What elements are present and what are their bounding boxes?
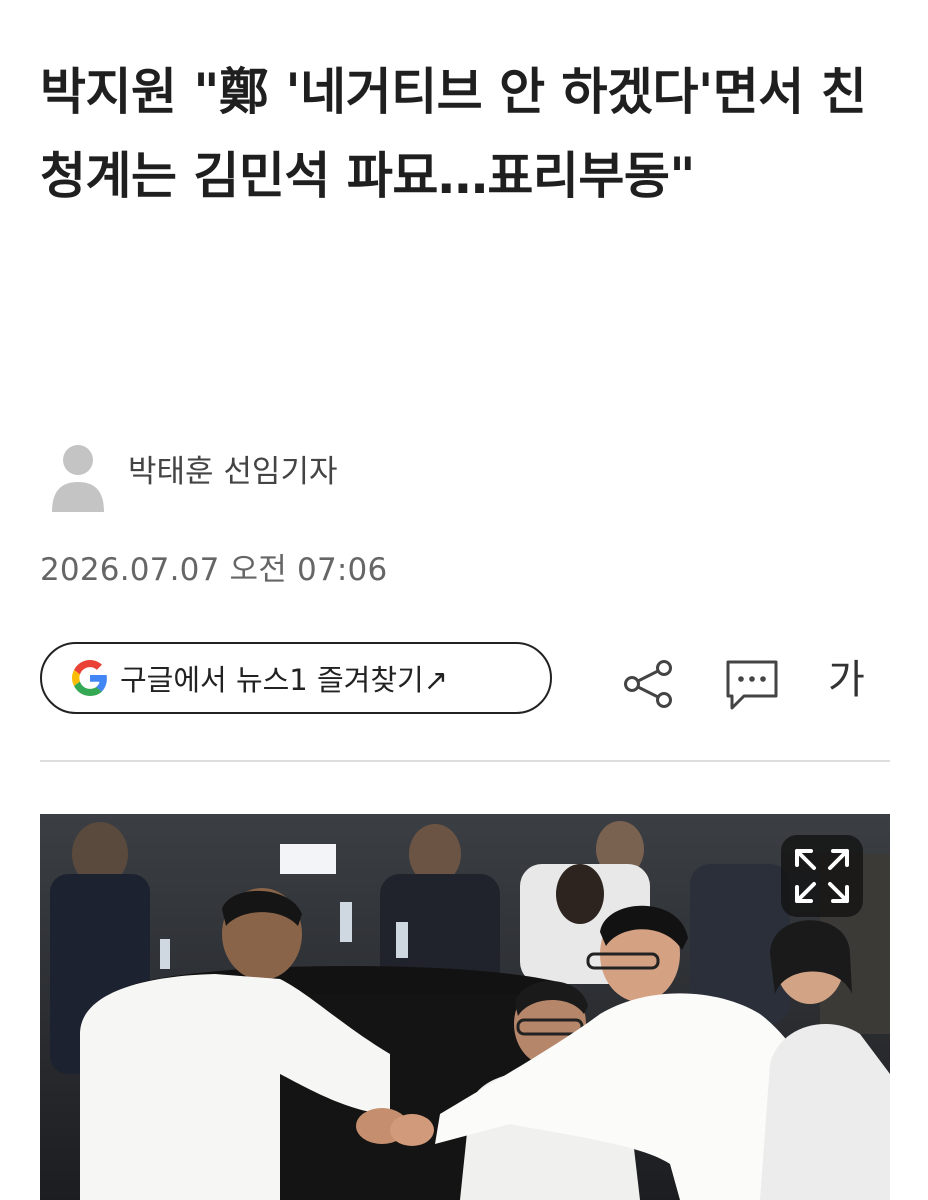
comment-icon[interactable] xyxy=(724,656,780,712)
google-follow-label: 구글에서 뉴스1 즐겨찾기↗ xyxy=(120,663,448,697)
reporter-name[interactable]: 박태훈 선임기자 xyxy=(128,446,338,491)
byline: 박태훈 선임기자 xyxy=(48,438,338,512)
expand-icon xyxy=(795,849,849,903)
article-photo[interactable] xyxy=(40,814,890,1200)
font-size-button[interactable]: 가 xyxy=(828,652,865,708)
reporter-avatar-icon xyxy=(52,445,104,512)
google-follow-button[interactable]: 구글에서 뉴스1 즐겨찾기↗ xyxy=(40,642,552,714)
article-headline: 박지원 "鄭 '네거티브 안 하겠다'면서 친청계는 김민석 파묘…표리부동" xyxy=(40,63,867,205)
google-g-icon xyxy=(72,660,107,696)
publish-datetime: 2026.07.07 오전 07:06 xyxy=(40,552,388,588)
expand-photo-button[interactable] xyxy=(781,835,863,917)
share-icon[interactable] xyxy=(620,656,676,712)
article-photo-illustration xyxy=(40,814,890,1200)
divider xyxy=(40,760,890,762)
